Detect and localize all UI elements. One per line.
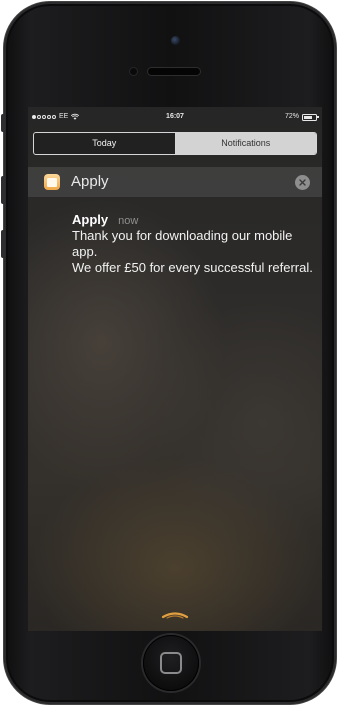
notification-time: now xyxy=(118,215,139,227)
grabber-handle-icon[interactable] xyxy=(160,611,190,619)
home-button-icon xyxy=(160,652,182,674)
notification-item[interactable]: Apply now Thank you for downloading our … xyxy=(72,212,318,276)
tab-notifications[interactable]: Notifications xyxy=(175,133,316,154)
status-right: 72% xyxy=(284,107,319,127)
front-camera xyxy=(171,36,180,45)
volume-down-button xyxy=(1,230,5,258)
earpiece-speaker xyxy=(148,68,200,75)
lock-screen: EE 16:07 72% Today Notifications Apply A… xyxy=(28,107,322,631)
battery-percentage: 72% xyxy=(284,113,299,120)
close-icon[interactable] xyxy=(295,175,310,190)
today-notifications-segmented-control: Today Notifications xyxy=(33,132,317,155)
status-bar: EE 16:07 72% xyxy=(28,107,322,127)
group-app-name: Apply xyxy=(71,173,109,190)
apply-app-icon xyxy=(44,174,60,190)
mute-switch xyxy=(1,114,5,132)
phone-mockup: EE 16:07 72% Today Notifications Apply A… xyxy=(0,0,340,708)
battery-icon xyxy=(302,113,319,121)
notification-group-header[interactable]: Apply xyxy=(28,167,322,197)
volume-up-button xyxy=(1,176,5,204)
notification-header: Apply now xyxy=(72,212,318,227)
tab-today[interactable]: Today xyxy=(34,133,176,154)
notification-message: Thank you for downloading our mobile app… xyxy=(72,228,313,275)
notification-title: Apply xyxy=(72,212,109,227)
battery-fill xyxy=(304,115,312,119)
home-button[interactable] xyxy=(143,635,199,691)
proximity-sensor xyxy=(130,68,137,75)
clock: 16:07 xyxy=(166,113,184,120)
